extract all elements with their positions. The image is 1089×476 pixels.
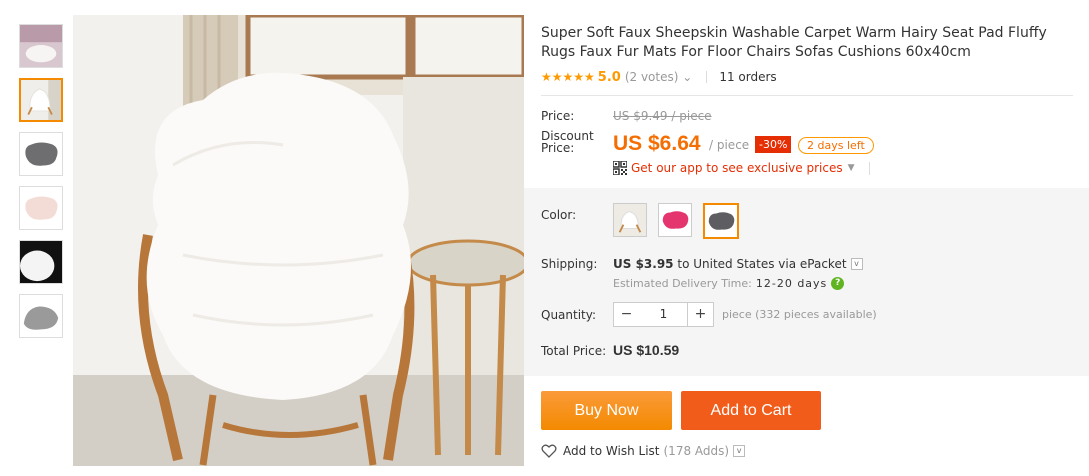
product-info: Super Soft Faux Sheepskin Washable Carpe… xyxy=(541,24,1081,458)
divider xyxy=(868,161,870,175)
quantity-stepper: − 1 + xyxy=(613,302,714,327)
quantity-input[interactable]: 1 xyxy=(639,303,688,326)
help-icon[interactable]: ? xyxy=(831,277,845,290)
days-left-badge: 2 days left xyxy=(798,137,874,154)
star-rating-icon: ★★★★★ xyxy=(541,70,595,84)
chevron-down-icon: ⌄ xyxy=(682,70,693,84)
quantity-increase-button[interactable]: + xyxy=(688,303,713,326)
wish-list-count: (178 Adds) xyxy=(663,444,730,458)
votes-link[interactable]: (2 votes) ⌄ xyxy=(625,70,693,84)
thumbnail-list xyxy=(19,24,65,348)
delivery-label: Estimated Delivery Time: xyxy=(613,277,752,290)
thumbnail-white-rug-chair[interactable] xyxy=(19,78,63,122)
product-title: Super Soft Faux Sheepskin Washable Carpe… xyxy=(541,25,1047,60)
divider xyxy=(706,71,708,83)
shipping-label: Shipping: xyxy=(541,257,598,271)
heart-icon xyxy=(541,444,557,458)
color-label: Color: xyxy=(541,208,577,222)
shipping-dropdown-icon[interactable]: v xyxy=(850,258,863,270)
rating-row: ★★★★★ 5.0 (2 votes) ⌄ 11 orders xyxy=(541,68,1081,86)
thumbnail-black-white-rug[interactable] xyxy=(19,240,63,284)
shipping-cost: US $3.95 xyxy=(613,257,674,271)
thumbnail-grey-fur-closeup[interactable] xyxy=(19,294,63,338)
rating-value: 5.0 xyxy=(597,69,621,85)
wish-list-dropdown-icon[interactable]: v xyxy=(733,445,746,457)
thumbnail-pink-rug[interactable] xyxy=(19,186,63,230)
delivery-time: Estimated Delivery Time: 12-20 days ? xyxy=(613,277,845,290)
shipping-method: to United States via ePacket xyxy=(677,257,847,271)
shipping-info: US $3.95 to United States via ePacket v xyxy=(613,257,863,271)
discount-price-label: Discount Price: xyxy=(541,129,594,155)
thumbnail-grey-rug[interactable] xyxy=(19,132,63,176)
add-to-wish-list-link[interactable]: Add to Wish List (178 Adds) v xyxy=(541,444,746,458)
color-swatch-grey-rug[interactable] xyxy=(703,203,739,239)
color-swatch-pink-rug[interactable] xyxy=(658,203,692,237)
quantity-decrease-button[interactable]: − xyxy=(614,303,639,326)
total-price-label: Total Price: xyxy=(541,344,607,358)
caret-down-icon: ▼ xyxy=(847,163,855,173)
price-unit: / piece xyxy=(709,138,750,152)
price-label: Price: xyxy=(541,109,575,123)
total-price: US $10.59 xyxy=(613,342,680,358)
delivery-days: 12-20 days xyxy=(755,277,828,290)
discount-badge: -30% xyxy=(755,136,792,153)
original-price: US $9.49 / piece xyxy=(613,109,712,123)
color-swatch-white-chair[interactable] xyxy=(613,203,647,237)
wish-list-label: Add to Wish List xyxy=(563,444,660,458)
divider xyxy=(541,95,1073,96)
buy-now-button[interactable]: Buy Now xyxy=(541,391,672,430)
qr-code-icon xyxy=(613,161,627,175)
quantity-label: Quantity: xyxy=(541,308,597,322)
quantity-available: piece (332 pieces available) xyxy=(722,308,877,321)
thumbnail-white-rug-room[interactable] xyxy=(19,24,63,68)
add-to-cart-button[interactable]: Add to Cart xyxy=(681,391,821,430)
app-promo-text: Get our app to see exclusive prices xyxy=(631,161,843,175)
main-product-image[interactable] xyxy=(73,15,524,466)
app-promo-link[interactable]: Get our app to see exclusive prices ▼ xyxy=(613,161,870,175)
discount-price: US $6.64 xyxy=(613,132,701,155)
orders-count: 11 orders xyxy=(719,70,777,84)
